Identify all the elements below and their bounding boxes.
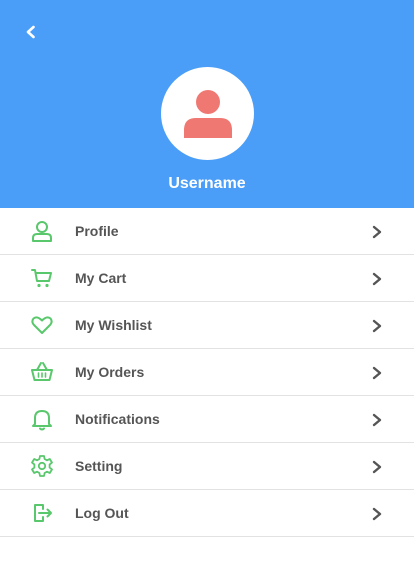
cart-icon — [29, 266, 55, 290]
person-icon — [182, 88, 234, 140]
menu-item-label: My Wishlist — [75, 317, 152, 333]
chevron-right-icon — [368, 364, 386, 382]
chevron-right-icon — [368, 223, 386, 241]
chevron-right-icon — [368, 270, 386, 288]
basket-icon — [29, 360, 55, 384]
chevron-right-icon — [368, 411, 386, 429]
chevron-left-icon — [24, 25, 38, 39]
user-icon — [29, 219, 55, 243]
menu-item-label: Profile — [75, 223, 119, 239]
back-button[interactable] — [20, 21, 42, 43]
menu-item-setting[interactable]: Setting — [0, 443, 414, 490]
chevron-right-icon — [368, 458, 386, 476]
menu-item-my-cart[interactable]: My Cart — [0, 255, 414, 302]
chevron-right-icon — [368, 317, 386, 335]
menu-item-label: My Cart — [75, 270, 127, 286]
menu-item-profile[interactable]: Profile — [0, 208, 414, 255]
menu-item-label: Log Out — [75, 505, 129, 521]
menu-item-my-orders[interactable]: My Orders — [0, 349, 414, 396]
bell-icon — [29, 407, 55, 431]
menu-item-label: My Orders — [75, 364, 145, 380]
menu-item-log-out[interactable]: Log Out — [0, 490, 414, 537]
chevron-right-icon — [368, 505, 386, 523]
gear-icon — [29, 454, 55, 478]
menu-item-label: Notifications — [75, 411, 160, 427]
menu-item-label: Setting — [75, 458, 123, 474]
menu-item-notifications[interactable]: Notifications — [0, 396, 414, 443]
heart-icon — [29, 313, 55, 337]
account-menu: Profile My Cart My Wishlist My Orders No… — [0, 208, 414, 537]
username: Username — [168, 175, 246, 192]
profile-header: Username — [0, 0, 414, 208]
menu-item-my-wishlist[interactable]: My Wishlist — [0, 302, 414, 349]
avatar[interactable] — [161, 67, 254, 160]
logout-icon — [29, 501, 55, 525]
